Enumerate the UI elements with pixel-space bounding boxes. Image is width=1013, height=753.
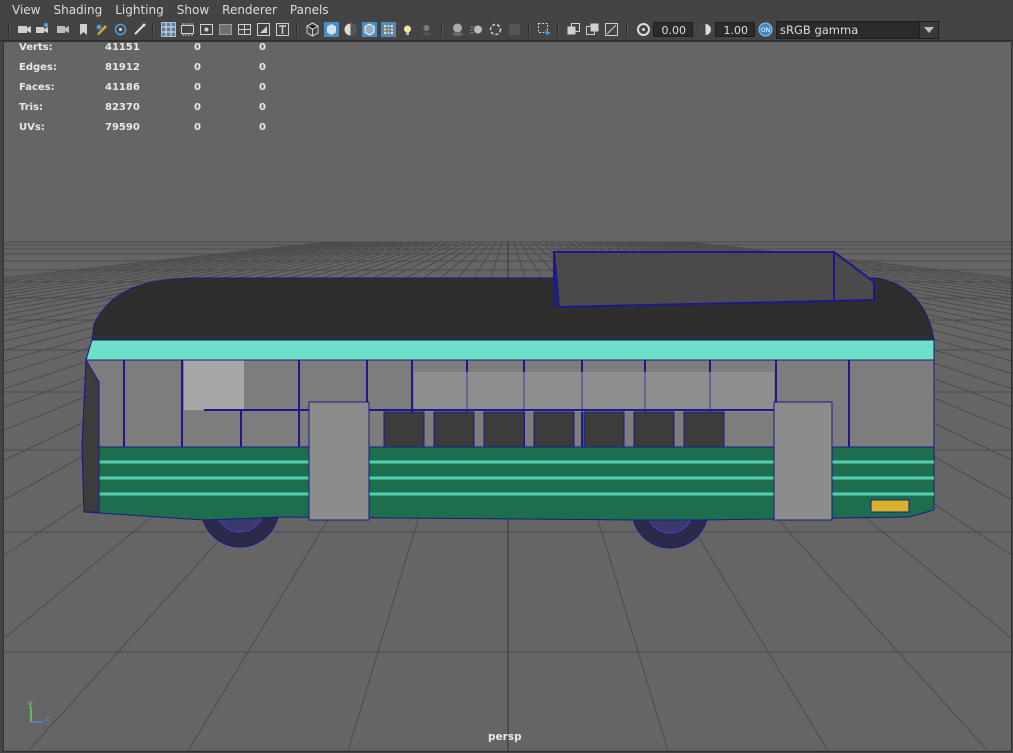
- camera-select-icon[interactable]: [17, 22, 32, 37]
- wireframe-on-shaded-icon[interactable]: [362, 22, 377, 37]
- shadows-icon[interactable]: [419, 22, 434, 37]
- hud-row-tris: Tris: 82370 0 0: [19, 102, 266, 113]
- axis-z-label: z: [45, 714, 49, 723]
- menu-renderer[interactable]: Renderer: [217, 0, 285, 20]
- gate-mask-icon[interactable]: [218, 22, 233, 37]
- film-gate-icon[interactable]: [180, 22, 195, 37]
- field-chart-icon[interactable]: [237, 22, 252, 37]
- view-transform-icon[interactable]: ON: [758, 22, 773, 37]
- hud-row-faces: Faces: 41186 0 0: [19, 82, 266, 93]
- panel-toolbar: 0.00 1.00 ON sRGB gamma: [0, 20, 1013, 41]
- toolbar-separator: [8, 23, 10, 37]
- hud-row-uvs: UVs: 79590 0 0: [19, 122, 266, 133]
- safe-action-icon[interactable]: [256, 22, 271, 37]
- view-axis-indicator: y z: [28, 699, 49, 723]
- menu-show[interactable]: Show: [172, 0, 217, 20]
- svg-text:ON: ON: [761, 27, 770, 34]
- safe-title-icon[interactable]: [275, 22, 290, 37]
- menu-view[interactable]: View: [0, 0, 48, 20]
- default-material-icon[interactable]: [343, 22, 358, 37]
- exposure-icon[interactable]: [636, 22, 651, 37]
- toolbar-separator: [626, 23, 628, 37]
- gamma-icon[interactable]: [698, 22, 713, 37]
- xray-active-icon[interactable]: [566, 22, 581, 37]
- toolbar-separator: [152, 23, 154, 37]
- motion-blur-icon[interactable]: [469, 22, 484, 37]
- axis-y-label: y: [28, 699, 33, 708]
- camera-attributes-icon[interactable]: [35, 22, 50, 37]
- resolution-gate-icon[interactable]: [199, 22, 214, 37]
- grease-pencil-icon[interactable]: [94, 22, 109, 37]
- toggle-hud-icon[interactable]: [604, 22, 619, 37]
- hud-row-verts: Verts: 41151 0 0: [19, 42, 266, 53]
- color-space-value: sRGB gamma: [780, 23, 859, 37]
- multisample-aa-icon[interactable]: [488, 22, 503, 37]
- exposure-field[interactable]: 0.00: [653, 22, 693, 37]
- xray-icon[interactable]: [132, 22, 147, 37]
- perspective-viewport[interactable]: Verts: 41151 0 0 Edges: 81912 0 0 Faces:…: [3, 41, 1012, 752]
- menu-lighting[interactable]: Lighting: [110, 0, 172, 20]
- color-space-dropdown[interactable]: sRGB gamma: [776, 21, 939, 39]
- panel-menu-bar: View Shading Lighting Show Renderer Pane…: [0, 0, 1013, 20]
- menu-panels[interactable]: Panels: [285, 0, 337, 20]
- toolbar-separator: [441, 23, 443, 37]
- toolbar-separator: [528, 23, 530, 37]
- hud-row-edges: Edges: 81912 0 0: [19, 62, 266, 73]
- xray-joints-icon[interactable]: [381, 22, 396, 37]
- bus-model: [81, 251, 935, 549]
- use-all-lights-icon[interactable]: [400, 22, 415, 37]
- isolate-icon[interactable]: [537, 22, 552, 37]
- bookmarks-icon[interactable]: [55, 22, 70, 37]
- viewport-scene: [4, 241, 1011, 751]
- toolbar-separator: [557, 23, 559, 37]
- depth-of-field-icon[interactable]: [507, 22, 522, 37]
- menu-shading[interactable]: Shading: [48, 0, 110, 20]
- xray-mode-icon[interactable]: [585, 22, 600, 37]
- screen-space-ao-icon[interactable]: [450, 22, 465, 37]
- isolate-select-icon[interactable]: [113, 22, 128, 37]
- image-plane-icon[interactable]: [76, 22, 91, 37]
- grid-icon[interactable]: [161, 22, 176, 37]
- toolbar-separator: [296, 23, 298, 37]
- chevron-down-icon[interactable]: [919, 22, 938, 38]
- camera-name-label: persp: [488, 731, 522, 743]
- smooth-shade-icon[interactable]: [324, 22, 339, 37]
- gamma-field[interactable]: 1.00: [715, 22, 755, 37]
- wireframe-icon[interactable]: [305, 22, 320, 37]
